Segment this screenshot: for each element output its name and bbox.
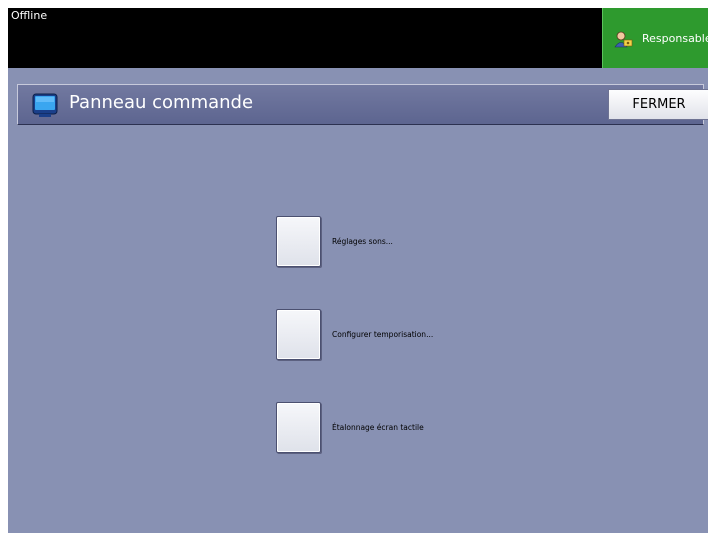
page-title: Panneau commande <box>69 92 254 113</box>
touchscreen-calibration-button[interactable] <box>276 402 321 453</box>
monitor-icon <box>32 92 58 118</box>
timeout-settings-label[interactable]: Configurer temporisation... <box>332 330 433 339</box>
user-mode-button[interactable]: Responsable <box>602 8 708 68</box>
option-sound-settings: Réglages sons... <box>276 216 393 267</box>
close-button[interactable]: FERMER <box>608 89 708 120</box>
connection-status: Offline <box>11 9 48 22</box>
top-status-bar: Offline Responsable <box>8 8 708 68</box>
option-touchscreen-calibration: Étalonnage écran tactile <box>276 402 424 453</box>
panel-header: Panneau commande FERMER <box>17 84 708 125</box>
sound-settings-label[interactable]: Réglages sons... <box>332 237 393 246</box>
sound-settings-button[interactable] <box>276 216 321 267</box>
user-key-icon <box>613 30 633 48</box>
timeout-settings-button[interactable] <box>276 309 321 360</box>
touchscreen-calibration-label[interactable]: Étalonnage écran tactile <box>332 423 424 432</box>
option-timeout-settings: Configurer temporisation... <box>276 309 433 360</box>
user-mode-label: Responsable <box>642 31 708 45</box>
control-panel-screen: Offline Responsable Panneau commande FER… <box>8 8 708 533</box>
